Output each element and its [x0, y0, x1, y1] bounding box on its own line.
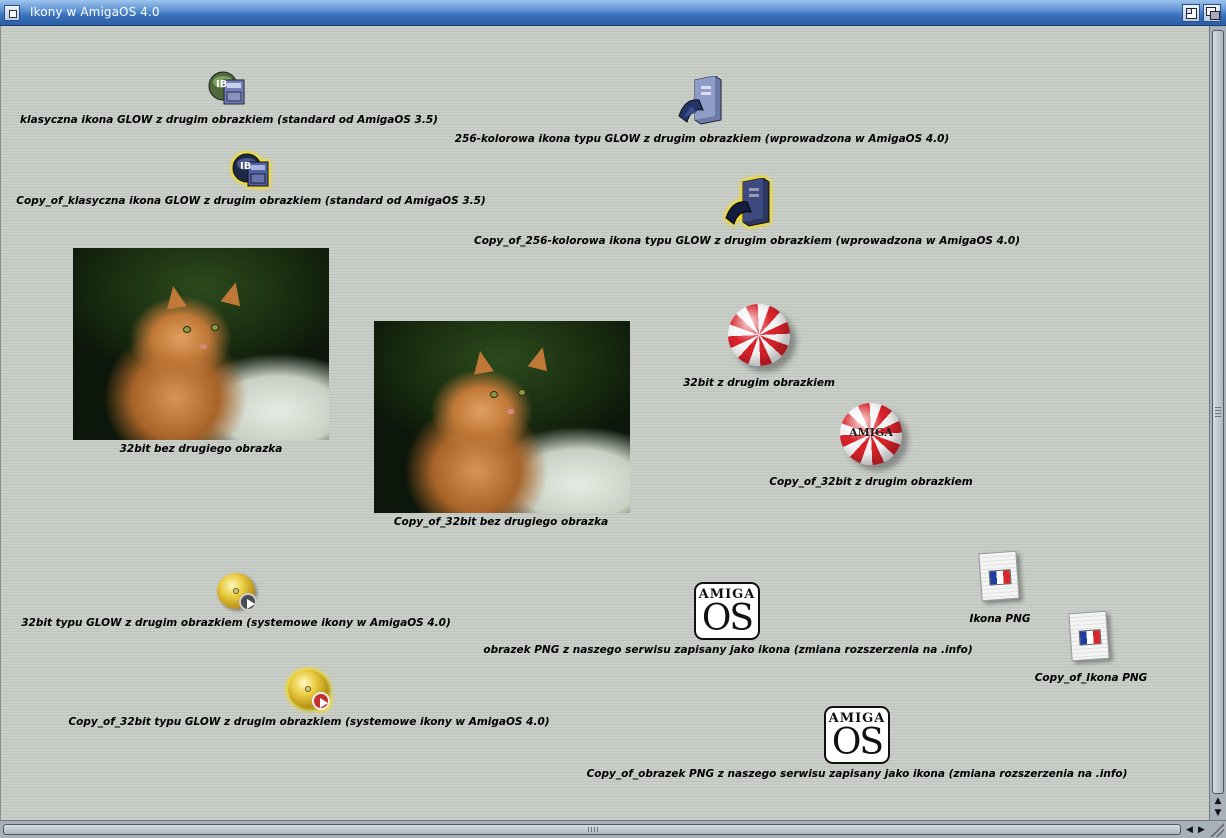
disc-hole [304, 685, 312, 693]
play-badge-icon [312, 692, 330, 710]
icon-label[interactable]: Copy_of_32bit typu GLOW z drugim obrazki… [68, 716, 549, 728]
scroll-left-arrow-icon[interactable]: ◀ [1184, 823, 1195, 837]
icon-label[interactable]: 256-kolorowa ikona typu GLOW z drugim ob… [455, 133, 949, 145]
grip-icon [588, 827, 600, 832]
desktop-icon[interactable]: IB [206, 68, 246, 106]
amiga-os-logo[interactable]: AMIGA OS [824, 706, 890, 764]
icon-label[interactable]: Copy_of_obrazek PNG z naszego serwisu za… [587, 768, 1128, 780]
server-icon [725, 177, 770, 227]
icon-label[interactable]: klasyczna ikona GLOW z drugim obrazkiem … [20, 114, 438, 126]
window-titlebar[interactable]: Ikony w AmigaOS 4.0 [0, 0, 1226, 26]
play-badge-icon [239, 593, 257, 611]
icon-label[interactable]: Copy_of_Ikona PNG [1035, 672, 1148, 684]
amiga-os-logo[interactable]: AMIGA OS [694, 582, 760, 640]
depth-gadget-icon[interactable] [1203, 4, 1221, 22]
svg-text:IB: IB [216, 79, 227, 90]
cat-photo[interactable] [73, 248, 329, 440]
icon-label[interactable]: 32bit bez drugiego obrazka [120, 443, 283, 455]
zoom-gadget-icon[interactable] [1182, 4, 1200, 22]
french-flag-icon [1078, 629, 1102, 646]
ib-disk-icon: IB [208, 71, 245, 105]
icon-label[interactable]: Copy_of_klasyczna ikona GLOW z drugim ob… [16, 195, 485, 207]
desktop-icon[interactable] [723, 177, 773, 228]
ball-logo-text: AMIGA [849, 426, 893, 439]
icon-label[interactable]: obrazek PNG z naszego serwisu zapisany j… [483, 644, 972, 656]
french-flag-document-icon[interactable] [1068, 610, 1110, 662]
scroll-down-arrow-icon[interactable]: ▼ [1211, 808, 1225, 819]
logo-os-text: OS [831, 722, 884, 763]
amiga-ball-icon[interactable]: AMIGA [840, 403, 902, 465]
vertical-scrollbar[interactable]: ▲ ▼ [1209, 26, 1226, 820]
icon-label[interactable]: Copy_of_32bit z drugim obrazkiem [769, 476, 972, 488]
server-icon [678, 75, 722, 125]
ib-disk-icon: IB [232, 153, 269, 187]
drawer-content-area: IB klasyczna ikona GLOW z drugim obrazki… [0, 26, 1209, 820]
french-flag-document-icon[interactable] [978, 550, 1020, 602]
horizontal-scrollbar[interactable]: ◀ ▶ [0, 820, 1226, 838]
scroll-up-arrow-icon[interactable]: ▲ [1211, 796, 1225, 807]
vertical-scroll-thumb[interactable] [1212, 30, 1224, 794]
icon-label[interactable]: Ikona PNG [969, 613, 1030, 625]
grip-icon [1215, 407, 1221, 417]
svg-text:IB: IB [240, 161, 251, 172]
icon-label[interactable]: 32bit typu GLOW z drugim obrazkiem (syst… [21, 617, 451, 629]
icon-label[interactable]: 32bit z drugim obrazkiem [683, 377, 835, 389]
cd-disc-icon[interactable] [288, 670, 330, 710]
resize-handle-icon[interactable] [1210, 823, 1224, 837]
icon-label[interactable]: Copy_of_256-kolorowa ikona typu GLOW z d… [474, 235, 1020, 247]
desktop-icon[interactable] [677, 75, 723, 126]
cd-disc-icon[interactable] [217, 573, 257, 611]
icon-label[interactable]: Copy_of_32bit bez drugiego obrazka [394, 516, 608, 528]
logo-os-text: OS [701, 598, 754, 639]
horizontal-scroll-thumb[interactable] [3, 824, 1181, 835]
disc-hole [232, 588, 240, 594]
window-title: Ikony w AmigaOS 4.0 [30, 5, 160, 19]
desktop-icon[interactable]: IB [230, 150, 270, 188]
french-flag-icon [988, 569, 1012, 586]
amiga-ball-icon[interactable] [728, 304, 790, 366]
cat-photo[interactable] [374, 321, 630, 513]
close-gadget-icon[interactable] [4, 5, 20, 21]
scroll-right-arrow-icon[interactable]: ▶ [1196, 823, 1207, 837]
